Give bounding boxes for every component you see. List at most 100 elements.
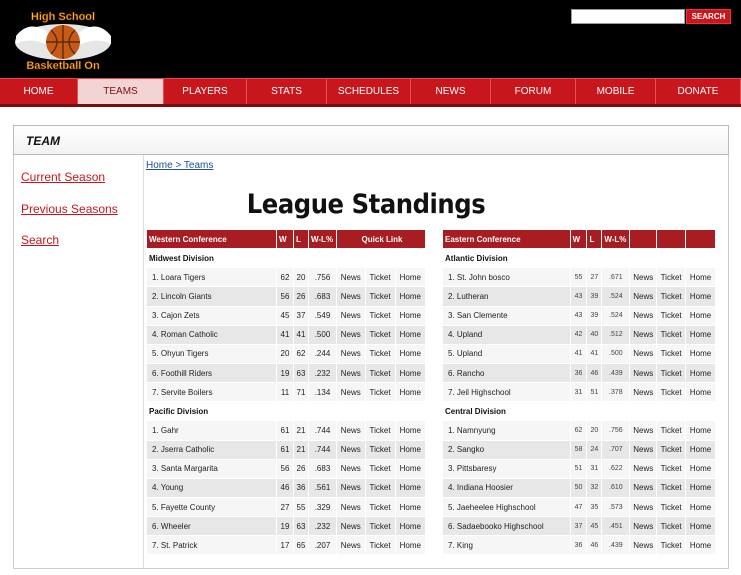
quick-link-home[interactable]: Home <box>394 535 427 556</box>
quick-link-news[interactable]: News <box>336 305 366 326</box>
quick-link-home[interactable]: Home <box>394 458 427 479</box>
quick-link-home[interactable]: Home <box>394 382 427 403</box>
quick-link-ticket[interactable]: Ticket <box>364 305 396 326</box>
quick-link-home[interactable]: Home <box>394 420 427 441</box>
quick-link-news[interactable]: News <box>629 362 658 384</box>
quick-link-ticket[interactable]: Ticket <box>656 343 687 364</box>
quick-link-ticket[interactable]: Ticket <box>364 420 396 441</box>
quick-link-home[interactable]: Home <box>685 267 716 288</box>
quick-link-home[interactable]: Home <box>685 305 716 326</box>
quick-link-ticket[interactable]: Ticket <box>364 458 396 479</box>
search-button[interactable]: SEARCH <box>686 9 731 24</box>
quick-link-home[interactable]: Home <box>685 362 716 384</box>
breadcrumb-home-link[interactable]: Home <box>146 160 173 171</box>
quick-link-news[interactable]: News <box>629 267 658 288</box>
quick-link-ticket[interactable]: Ticket <box>656 458 687 479</box>
quick-link-news[interactable]: News <box>629 305 658 326</box>
quick-link-ticket[interactable]: Ticket <box>364 535 396 556</box>
sidebar-link-previous-seasons[interactable]: Previous Seasons <box>21 202 118 216</box>
quick-link-ticket[interactable]: Ticket <box>656 305 687 326</box>
sidebar-link-search[interactable]: Search <box>21 233 59 247</box>
quick-link-ticket[interactable]: Ticket <box>364 477 396 498</box>
quick-link-ticket[interactable]: Ticket <box>656 477 687 498</box>
quick-link-home[interactable]: Home <box>685 420 716 441</box>
search-input[interactable] <box>571 9 685 24</box>
quick-link-news[interactable]: News <box>336 458 366 479</box>
quick-link-news[interactable]: News <box>336 535 366 556</box>
quick-link-ticket[interactable]: Ticket <box>364 324 396 345</box>
quick-link-news[interactable]: News <box>336 382 366 403</box>
quick-link-home[interactable]: Home <box>685 535 716 556</box>
quick-link-news[interactable]: News <box>336 324 366 345</box>
quick-link-ticket[interactable]: Ticket <box>656 382 687 403</box>
quick-link-news[interactable]: News <box>629 382 658 403</box>
quick-link-news[interactable]: News <box>336 496 366 518</box>
quick-link-news[interactable]: News <box>336 439 366 460</box>
quick-link-news[interactable]: News <box>629 496 658 518</box>
quick-link-news[interactable]: News <box>629 324 658 345</box>
quick-link-home[interactable]: Home <box>394 305 427 326</box>
quick-link-ticket[interactable]: Ticket <box>656 362 687 384</box>
quick-link-ticket[interactable]: Ticket <box>364 286 396 307</box>
nav-item-stats[interactable]: STATS <box>247 79 327 104</box>
nav-item-donate[interactable]: DONATE <box>656 79 741 104</box>
breadcrumb-teams-link[interactable]: Teams <box>184 160 213 171</box>
quick-link-ticket[interactable]: Ticket <box>656 439 687 460</box>
quick-link-ticket[interactable]: Ticket <box>364 496 396 518</box>
quick-link-news[interactable]: News <box>336 343 366 364</box>
nav-item-home[interactable]: HOME <box>0 79 78 104</box>
quick-link-home[interactable]: Home <box>394 343 427 364</box>
quick-link-news[interactable]: News <box>629 343 658 364</box>
nav-item-teams[interactable]: TEAMS <box>78 79 164 104</box>
quick-link-home[interactable]: Home <box>394 286 427 307</box>
nav-item-mobile[interactable]: MOBILE <box>576 79 656 104</box>
quick-link-news[interactable]: News <box>336 286 366 307</box>
nav-item-schedules[interactable]: SCHEDULES <box>327 79 411 104</box>
quick-link-home[interactable]: Home <box>394 439 427 460</box>
quick-link-home[interactable]: Home <box>394 267 427 288</box>
site-logo[interactable]: High School Basketball On <box>10 6 117 73</box>
quick-link-ticket[interactable]: Ticket <box>656 324 687 345</box>
quick-link-ticket[interactable]: Ticket <box>364 362 396 384</box>
quick-link-ticket[interactable]: Ticket <box>656 267 687 288</box>
quick-link-news[interactable]: News <box>336 267 366 288</box>
nav-item-news[interactable]: NEWS <box>411 79 491 104</box>
quick-link-home[interactable]: Home <box>394 516 427 537</box>
nav-item-forum[interactable]: FORUM <box>491 79 576 104</box>
quick-link-home[interactable]: Home <box>685 382 716 403</box>
quick-link-ticket[interactable]: Ticket <box>656 420 687 441</box>
quick-link-home[interactable]: Home <box>685 286 716 307</box>
quick-link-ticket[interactable]: Ticket <box>656 535 687 556</box>
quick-link-home[interactable]: Home <box>685 458 716 479</box>
quick-link-home[interactable]: Home <box>394 496 427 518</box>
quick-link-ticket[interactable]: Ticket <box>364 267 396 288</box>
quick-link-news[interactable]: News <box>629 420 658 441</box>
quick-link-ticket[interactable]: Ticket <box>364 516 396 537</box>
quick-link-news[interactable]: News <box>629 535 658 556</box>
quick-link-ticket[interactable]: Ticket <box>656 496 687 518</box>
quick-link-ticket[interactable]: Ticket <box>364 343 396 364</box>
sidebar-link-current-season[interactable]: Current Season <box>21 170 105 184</box>
quick-link-home[interactable]: Home <box>394 477 427 498</box>
quick-link-news[interactable]: News <box>629 458 658 479</box>
quick-link-news[interactable]: News <box>629 439 658 460</box>
quick-link-home[interactable]: Home <box>685 324 716 345</box>
quick-link-home[interactable]: Home <box>685 516 716 537</box>
quick-link-home[interactable]: Home <box>685 439 716 460</box>
quick-link-news[interactable]: News <box>629 516 658 537</box>
quick-link-ticket[interactable]: Ticket <box>364 439 396 460</box>
quick-link-home[interactable]: Home <box>685 496 716 518</box>
quick-link-ticket[interactable]: Ticket <box>364 382 396 403</box>
quick-link-news[interactable]: News <box>336 516 366 537</box>
quick-link-home[interactable]: Home <box>685 477 716 498</box>
quick-link-ticket[interactable]: Ticket <box>656 286 687 307</box>
quick-link-news[interactable]: News <box>336 420 366 441</box>
quick-link-home[interactable]: Home <box>685 343 716 364</box>
quick-link-news[interactable]: News <box>336 477 366 498</box>
quick-link-ticket[interactable]: Ticket <box>656 516 687 537</box>
quick-link-news[interactable]: News <box>336 362 366 384</box>
quick-link-home[interactable]: Home <box>394 362 427 384</box>
nav-item-players[interactable]: PLAYERS <box>164 79 247 104</box>
quick-link-news[interactable]: News <box>629 477 658 498</box>
quick-link-home[interactable]: Home <box>394 324 427 345</box>
